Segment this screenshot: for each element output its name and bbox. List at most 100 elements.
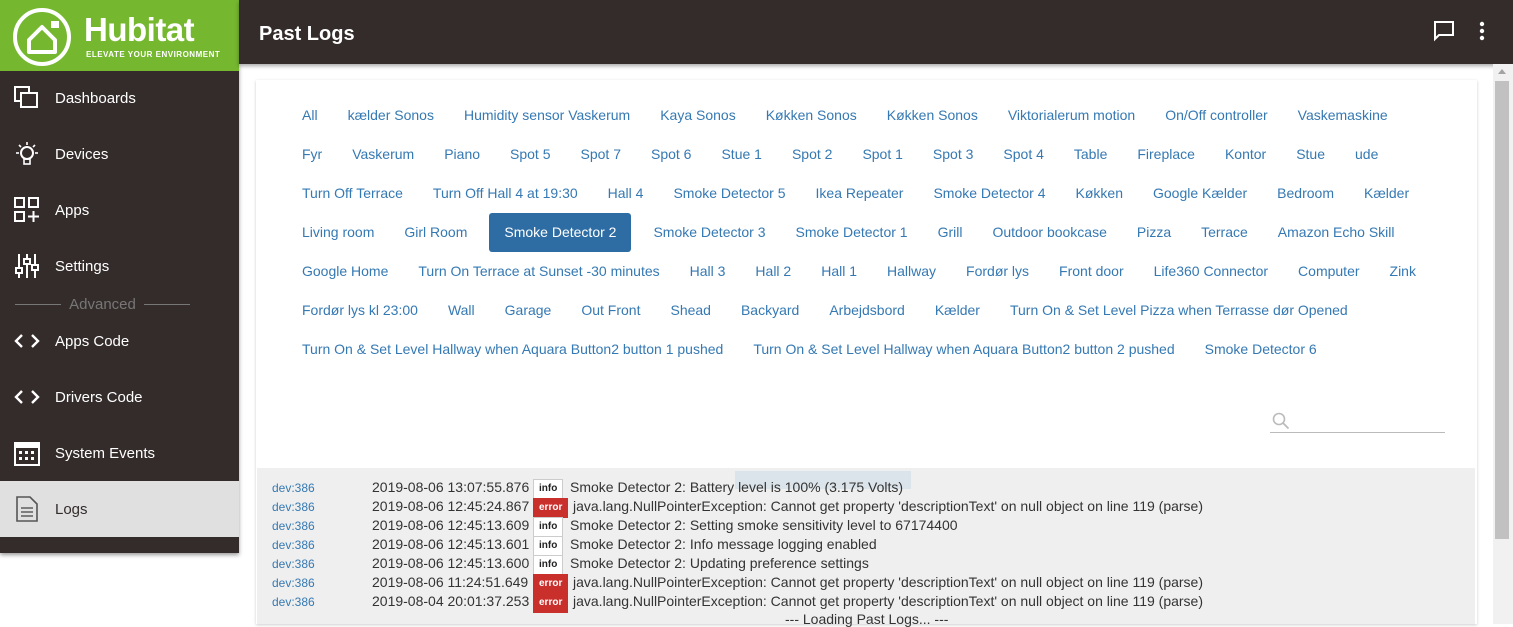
filter-chip[interactable]: Fordør lys kl 23:00 bbox=[294, 297, 426, 336]
filter-chip[interactable]: Humidity sensor Vaskerum bbox=[456, 102, 638, 141]
device-link[interactable]: dev:386 bbox=[272, 576, 315, 590]
log-row: dev:386 2019-08-06 11:24:51.649 error java.… bbox=[257, 573, 1475, 594]
filter-chip[interactable]: Turn Off Terrace bbox=[294, 180, 411, 219]
filter-chip[interactable]: Spot 2 bbox=[784, 141, 840, 180]
device-link[interactable]: dev:386 bbox=[272, 595, 315, 609]
filter-chip[interactable]: Viktorialerum motion bbox=[1000, 102, 1143, 141]
filter-chip[interactable]: Turn On & Set Level Pizza when Terrasse … bbox=[1002, 297, 1356, 336]
filter-chip[interactable]: Spot 7 bbox=[573, 141, 629, 180]
filter-chip[interactable]: Life360 Connector bbox=[1146, 258, 1276, 297]
filter-chip[interactable]: Google Kælder bbox=[1145, 180, 1255, 219]
filter-chip[interactable]: Wall bbox=[440, 297, 483, 336]
log-row: dev:386 2019-08-06 13:07:55.876 info Smoke … bbox=[257, 478, 1475, 499]
filter-chip[interactable]: Shead bbox=[662, 297, 718, 336]
sidebar-item-apps-code[interactable]: Apps Code bbox=[0, 313, 239, 369]
sidebar-item-dashboards[interactable]: Dashboards bbox=[0, 70, 239, 126]
filter-chip[interactable]: Kontor bbox=[1217, 141, 1274, 180]
filter-chip[interactable]: Stue 1 bbox=[713, 141, 769, 180]
filter-chip[interactable]: Google Home bbox=[294, 258, 396, 297]
filter-chip[interactable]: Smoke Detector 3 bbox=[645, 219, 773, 258]
scrollbar-thumb[interactable] bbox=[1495, 81, 1509, 539]
filter-chip[interactable]: Smoke Detector 1 bbox=[788, 219, 916, 258]
filter-chip[interactable]: Amazon Echo Skill bbox=[1270, 219, 1403, 258]
filter-chip[interactable]: Out Front bbox=[573, 297, 648, 336]
sidebar-item-drivers-code[interactable]: Drivers Code bbox=[0, 369, 239, 425]
hubitat-logo-icon bbox=[13, 8, 71, 66]
search-input[interactable] bbox=[1270, 410, 1445, 433]
page-scrollbar[interactable] bbox=[1493, 64, 1513, 624]
filter-chip[interactable]: Kaya Sonos bbox=[652, 102, 744, 141]
filter-chip[interactable]: On/Off controller bbox=[1157, 102, 1275, 141]
filter-chip[interactable]: Hall 2 bbox=[747, 258, 799, 297]
filter-chip[interactable]: Køkken Sonos bbox=[879, 102, 986, 141]
filter-chip[interactable]: Ikea Repeater bbox=[808, 180, 912, 219]
filter-chip[interactable]: Smoke Detector 4 bbox=[925, 180, 1053, 219]
filter-chip[interactable]: Smoke Detector 5 bbox=[665, 180, 793, 219]
filter-chip[interactable]: Spot 3 bbox=[925, 141, 981, 180]
filter-chip[interactable]: kælder Sonos bbox=[340, 102, 442, 141]
chat-button[interactable] bbox=[1431, 18, 1457, 44]
filter-chip[interactable]: Arbejdsbord bbox=[821, 297, 913, 336]
filter-chip[interactable]: Kælder bbox=[927, 297, 988, 336]
log-list: dev:386 2019-08-06 13:07:55.876 info Smoke … bbox=[257, 468, 1475, 627]
sidebar-item-label: Settings bbox=[55, 257, 110, 275]
filter-chip[interactable]: Hall 3 bbox=[682, 258, 734, 297]
filter-chip[interactable]: Spot 1 bbox=[854, 141, 910, 180]
filter-chip[interactable]: Zink bbox=[1382, 258, 1424, 297]
filter-chip[interactable]: Piano bbox=[436, 141, 488, 180]
device-link[interactable]: dev:386 bbox=[272, 538, 315, 552]
filter-chip[interactable]: Smoke Detector 6 bbox=[1197, 336, 1325, 375]
sidebar-item-settings[interactable]: Settings bbox=[0, 238, 239, 294]
filter-chip[interactable]: Bedroom bbox=[1269, 180, 1342, 219]
filter-chip[interactable]: Turn On & Set Level Hallway when Aquara … bbox=[745, 336, 1182, 375]
filter-chip[interactable]: Living room bbox=[294, 219, 382, 258]
sidebar-item-devices[interactable]: Devices bbox=[0, 126, 239, 182]
filter-chip[interactable]: Table bbox=[1066, 141, 1115, 180]
filter-chip[interactable]: Garage bbox=[497, 297, 560, 336]
filter-chip[interactable]: Køkken Sonos bbox=[758, 102, 865, 141]
filter-chip[interactable]: Kælder bbox=[1356, 180, 1417, 219]
filter-chip[interactable]: Fordør lys bbox=[958, 258, 1037, 297]
filter-chip[interactable]: Fyr bbox=[294, 141, 330, 180]
code-icon bbox=[13, 383, 41, 411]
chat-icon bbox=[1434, 21, 1454, 42]
device-link[interactable]: dev:386 bbox=[272, 557, 315, 571]
device-link[interactable]: dev:386 bbox=[272, 481, 315, 495]
device-link[interactable]: dev:386 bbox=[272, 519, 315, 533]
filter-chip[interactable]: Smoke Detector 2 bbox=[489, 213, 632, 252]
filter-chip[interactable]: Pizza bbox=[1129, 219, 1179, 258]
filter-chip[interactable]: Køkken bbox=[1068, 180, 1131, 219]
filter-chip[interactable]: Spot 4 bbox=[995, 141, 1051, 180]
filter-chip[interactable]: Vaskemaskine bbox=[1290, 102, 1396, 141]
filter-chip[interactable]: Hall 1 bbox=[813, 258, 865, 297]
filter-chip[interactable]: Turn On Terrace at Sunset -30 minutes bbox=[410, 258, 667, 297]
filter-chip[interactable]: Spot 5 bbox=[502, 141, 558, 180]
filter-chip[interactable]: Stue bbox=[1288, 141, 1333, 180]
filter-chip[interactable]: Fireplace bbox=[1129, 141, 1203, 180]
filter-chip[interactable]: Backyard bbox=[733, 297, 807, 336]
log-level-badge: error bbox=[533, 498, 569, 518]
log-message: java.lang.NullPointerException: Cannot g… bbox=[573, 593, 1204, 609]
sidebar-item-logs[interactable]: Logs bbox=[0, 481, 239, 537]
log-timestamp: 2019-08-06 13:07:55.876 bbox=[372, 479, 530, 495]
filter-chip[interactable]: Computer bbox=[1290, 258, 1367, 297]
sidebar-item-system-events[interactable]: System Events bbox=[0, 425, 239, 481]
filter-chip[interactable]: Terrace bbox=[1193, 219, 1256, 258]
more-menu-button[interactable] bbox=[1469, 18, 1495, 44]
device-link[interactable]: dev:386 bbox=[272, 500, 315, 514]
filter-chip[interactable]: Spot 6 bbox=[643, 141, 699, 180]
sidebar-item-apps[interactable]: Apps bbox=[0, 182, 239, 238]
filter-chip[interactable]: Front door bbox=[1051, 258, 1132, 297]
filter-chip[interactable]: All bbox=[294, 102, 326, 141]
filter-chip[interactable]: Hallway bbox=[879, 258, 944, 297]
filter-chip[interactable]: Turn On & Set Level Hallway when Aquara … bbox=[294, 336, 731, 375]
filter-chip[interactable]: Grill bbox=[930, 219, 971, 258]
filter-chip[interactable]: ude bbox=[1347, 141, 1386, 180]
filter-chip[interactable]: Vaskerum bbox=[344, 141, 422, 180]
scroll-up-arrow-icon[interactable] bbox=[1498, 69, 1506, 74]
filter-chip[interactable]: Outdoor bookcase bbox=[984, 219, 1114, 258]
advanced-divider: Advanced bbox=[15, 294, 190, 314]
brand-header[interactable]: Hubitat ELEVATE YOUR ENVIRONMENT bbox=[0, 0, 239, 71]
brand-name: Hubitat bbox=[84, 11, 195, 48]
filter-chip[interactable]: Girl Room bbox=[396, 219, 475, 258]
